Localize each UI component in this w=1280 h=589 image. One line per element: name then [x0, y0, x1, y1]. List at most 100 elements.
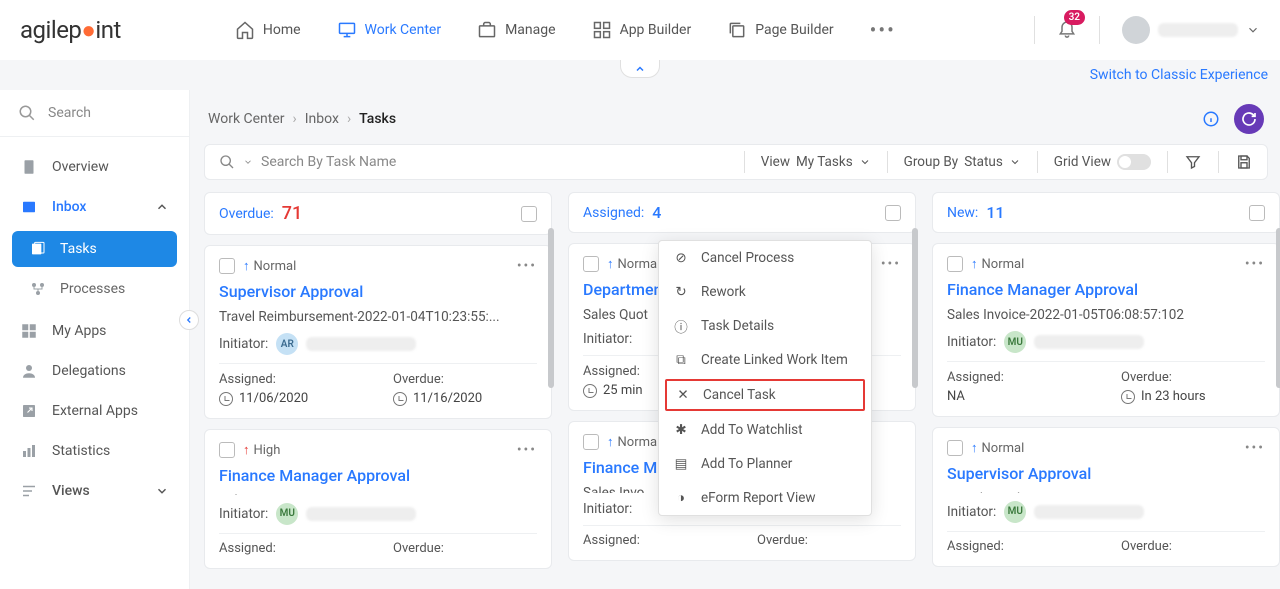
assigned-value: 25 min: [603, 383, 643, 398]
card-menu-button[interactable]: •••: [517, 442, 537, 458]
assigned-label: Assigned:: [219, 541, 363, 556]
crumb-inbox[interactable]: Inbox: [305, 111, 339, 127]
ctx-linked-work-item[interactable]: ⧉Create Linked Work Item: [659, 343, 871, 377]
chevron-down-icon: [155, 484, 169, 498]
sidebar-label-views: Views: [52, 483, 90, 499]
task-card[interactable]: ↑High ••• Finance Manager Approval Sales…: [204, 429, 552, 569]
task-checkbox[interactable]: [219, 258, 235, 274]
sidebar-label-myapps: My Apps: [52, 323, 106, 339]
nav-more[interactable]: •••: [856, 10, 910, 50]
task-card[interactable]: ↑Normal ••• Supervisor Approval Travel R…: [204, 245, 552, 419]
priority-badge: ↑Normal: [607, 434, 660, 450]
crumb-sep: ›: [347, 111, 351, 127]
expand-handle[interactable]: [620, 60, 660, 78]
scrollbar[interactable]: [912, 228, 918, 388]
info-icon: ⓘ: [673, 318, 689, 334]
sidebar-item-tasks[interactable]: Tasks: [12, 231, 177, 267]
crumb-work-center[interactable]: Work Center: [208, 111, 285, 127]
card-menu-button[interactable]: •••: [881, 256, 901, 272]
info-icon[interactable]: [1202, 110, 1220, 128]
calendar-icon: ▤: [673, 456, 689, 472]
sidebar-item-statistics[interactable]: Statistics: [0, 431, 189, 471]
task-checkbox[interactable]: [583, 256, 599, 272]
task-checkbox[interactable]: [583, 434, 599, 450]
grid-view-toggle[interactable]: Grid View: [1054, 154, 1151, 170]
task-title[interactable]: Finance Manager Approval: [947, 280, 1265, 299]
main-content: Work Center › Inbox › Tasks Search By Ta…: [190, 90, 1280, 589]
groupby-selector[interactable]: Group By Status: [904, 154, 1021, 170]
initiator-label: Initiator:: [583, 501, 632, 517]
task-title[interactable]: Supervisor Approval: [947, 464, 1265, 483]
toolbar: Search By Task Name View My Tasks Group …: [204, 144, 1268, 180]
sidebar-item-overview[interactable]: Overview: [0, 147, 189, 187]
card-menu-button[interactable]: •••: [1245, 440, 1265, 456]
copy-icon: [727, 20, 747, 40]
assigned-label: Assigned:: [583, 533, 727, 548]
search-icon: [18, 104, 36, 122]
ctx-label: Cancel Process: [701, 250, 794, 266]
nav-page-builder[interactable]: Page Builder: [713, 12, 847, 48]
ctx-cancel-task[interactable]: ✕Cancel Task: [665, 379, 865, 411]
sidebar-label-inbox: Inbox: [52, 199, 86, 215]
save-icon[interactable]: [1235, 153, 1253, 171]
scrollbar[interactable]: [1276, 228, 1280, 388]
scrollbar[interactable]: [548, 228, 554, 388]
person-icon: [20, 362, 38, 380]
arrow-up-icon: ↑: [607, 434, 614, 450]
ctx-rework[interactable]: ↻Rework: [659, 275, 871, 309]
task-checkbox[interactable]: [219, 442, 235, 458]
ctx-cancel-process[interactable]: ⊘Cancel Process: [659, 241, 871, 275]
select-all-checkbox[interactable]: [1249, 205, 1265, 221]
task-checkbox[interactable]: [947, 256, 963, 272]
sidebar-item-external[interactable]: External Apps: [0, 391, 189, 431]
task-title[interactable]: Supervisor Approval: [219, 282, 537, 301]
ctx-add-watchlist[interactable]: ✱Add To Watchlist: [659, 413, 871, 447]
ctx-label: Add To Planner: [701, 456, 792, 472]
nav-app-builder[interactable]: App Builder: [578, 12, 706, 48]
select-all-checkbox[interactable]: [521, 206, 537, 222]
clock-icon: [583, 384, 597, 398]
main-nav: Home Work Center Manage App Builder Page…: [221, 10, 910, 50]
notifications-button[interactable]: 32: [1057, 18, 1077, 42]
task-card[interactable]: ↑Normal ••• Supervisor Approval Travel R…: [932, 427, 1280, 567]
nav-page-builder-label: Page Builder: [755, 22, 833, 38]
task-card[interactable]: ↑Normal ••• Finance Manager Approval Sal…: [932, 243, 1280, 417]
nav-home[interactable]: Home: [221, 12, 315, 48]
crumb-sep: ›: [293, 111, 297, 127]
sidebar-item-views[interactable]: Views: [0, 471, 189, 511]
card-menu-button[interactable]: •••: [517, 258, 537, 274]
toggle-switch[interactable]: [1117, 154, 1151, 170]
user-name: [1158, 23, 1238, 37]
logo[interactable]: agilep●int: [20, 16, 121, 45]
priority-text: Normal: [618, 257, 661, 272]
arrow-up-icon: ↑: [607, 256, 614, 272]
ctx-eform-report[interactable]: ◑eForm Report View: [659, 481, 871, 515]
card-menu-button[interactable]: •••: [1245, 256, 1265, 272]
task-search[interactable]: Search By Task Name: [219, 154, 728, 170]
select-all-checkbox[interactable]: [885, 205, 901, 221]
task-title[interactable]: Finance Manager Approval: [219, 466, 537, 485]
task-checkbox[interactable]: [947, 440, 963, 456]
arrow-up-icon: ↑: [243, 442, 250, 458]
filter-icon[interactable]: [1184, 153, 1202, 171]
sidebar-item-delegations[interactable]: Delegations: [0, 351, 189, 391]
user-menu[interactable]: [1122, 16, 1260, 44]
refresh-button[interactable]: [1234, 104, 1264, 134]
switch-classic-link[interactable]: Switch to Classic Experience: [1090, 67, 1268, 83]
nav-work-center[interactable]: Work Center: [323, 12, 456, 48]
nav-manage[interactable]: Manage: [463, 12, 569, 48]
arrow-up-icon: ↑: [971, 256, 978, 272]
separator: [744, 151, 745, 173]
separator: [1037, 151, 1038, 173]
sidebar-item-processes[interactable]: Processes: [12, 271, 177, 307]
view-selector[interactable]: View My Tasks: [761, 154, 871, 170]
sidebar-label-delegations: Delegations: [52, 363, 126, 379]
cancel-task-icon: ✕: [675, 387, 691, 403]
priority-text: High: [254, 443, 281, 458]
sidebar-search[interactable]: Search: [0, 90, 189, 137]
sidebar-item-inbox[interactable]: Inbox: [0, 187, 189, 227]
sidebar-item-myapps[interactable]: My Apps: [0, 311, 189, 351]
ctx-add-planner[interactable]: ▤ Add To Planner: [659, 447, 871, 481]
nav-work-center-label: Work Center: [365, 22, 442, 38]
ctx-task-details[interactable]: ⓘTask Details: [659, 309, 871, 343]
